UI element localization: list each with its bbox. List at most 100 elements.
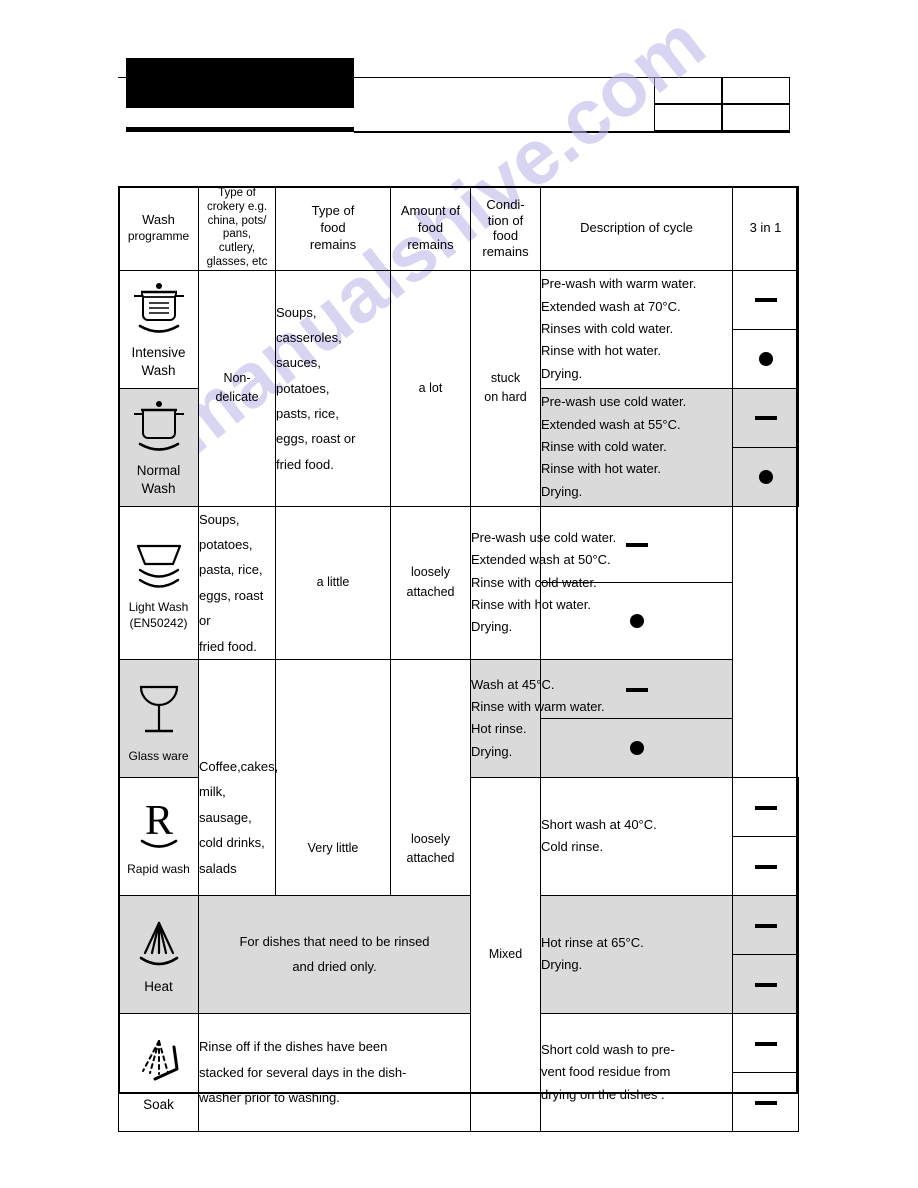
three-in-one-mark (732, 328, 799, 389)
table-row: Heat For dishes that need to be rinsed a… (118, 894, 799, 1014)
note-line: washer prior to washing. (199, 1090, 340, 1106)
description-line: Drying. (541, 483, 583, 499)
description-line: Drying. (471, 743, 513, 759)
dash-icon (754, 923, 777, 928)
three-in-one-mark (540, 717, 733, 778)
food-line: Coffee,cakes, (199, 759, 279, 775)
dash-icon (754, 805, 777, 810)
description-line: Rinse with hot water. (471, 596, 591, 612)
description-line: Extended wash at 50°C. (471, 552, 611, 568)
table-row: Light Wash (EN50242) Soups, potatoes, pa… (118, 505, 799, 660)
programme-label: (EN50242) (129, 616, 188, 631)
description-line: vent food residue from (541, 1064, 671, 1080)
description-intensive-wash: Pre-wash with warm water. Extended wash … (540, 269, 733, 389)
header-line: Amount of (400, 203, 461, 219)
header-bottom-rule (354, 131, 790, 133)
header-box-bottom-left (654, 104, 722, 131)
header-line: china, pots/ (207, 214, 267, 227)
description-line: Extended wash at 55°C. (541, 416, 681, 432)
crokery-cell-non-delicate: Non- delicate (198, 269, 276, 507)
header-line: Type of (218, 187, 256, 199)
header-line: remains (309, 236, 357, 252)
header-amount-of-food-remains: Amount of food remains (390, 186, 471, 271)
spray-dashed-icon (119, 1033, 198, 1095)
three-in-one-mark (732, 894, 799, 955)
condition-line: attached (406, 584, 455, 599)
dot-icon (758, 470, 773, 485)
three-in-one-mark (732, 269, 799, 330)
programme-label: Rapid wash (127, 861, 190, 876)
food-line: Soups, (199, 511, 240, 527)
dash-icon (754, 982, 777, 987)
description-glass-ware: Wash at 45°C. Rinse with warm water. Hot… (470, 658, 605, 778)
header-line: Description of cycle (580, 220, 693, 236)
table-row: Glass ware Coffee,cakes, milk, sausage, … (118, 658, 799, 896)
dot-icon (758, 352, 773, 367)
programme-cell-light-wash: Light Wash (EN50242) (118, 505, 199, 660)
header-line: Type of (311, 203, 355, 219)
description-line: Pre-wash use cold water. (541, 394, 687, 410)
note-heat: For dishes that need to be rinsed and dr… (198, 894, 471, 1014)
header-line: pans, (222, 228, 252, 241)
amount-light: a little (275, 505, 391, 660)
header-box-bottom-right (722, 104, 790, 131)
description-line: Rinse with cold water. (471, 574, 597, 590)
three-in-one-mark (732, 446, 799, 507)
programme-label: Soak (143, 1096, 174, 1112)
header-box-top-right (722, 77, 790, 104)
condition-line: attached (406, 851, 455, 866)
food-line: pasta, rice, (199, 562, 263, 578)
header-line: Condi- (486, 197, 525, 213)
programme-label: Glass ware (128, 748, 189, 763)
dash-icon (754, 864, 777, 869)
food-remains-heavy: Soups, casseroles, sauces, potatoes, pas… (275, 269, 391, 507)
condition-line: on hard (484, 390, 527, 405)
note-line: and dried only. (292, 959, 377, 975)
header-line: tion of (487, 212, 524, 228)
description-line: Pre-wash use cold water. (471, 529, 617, 545)
header-black-block (126, 58, 354, 108)
crokery-cell-mixed: Mixed (470, 776, 541, 1132)
dash-icon (754, 1100, 777, 1105)
header-description-of-cycle: Description of cycle (540, 186, 733, 271)
header-line: food (320, 220, 346, 236)
letter-r-icon: R (119, 798, 198, 860)
description-line: Drying. (541, 957, 583, 973)
note-soak: Rinse off if the dishes have been stacke… (198, 1012, 471, 1132)
header-condition-of-food-remains: Condi- tion of food remains (470, 186, 541, 271)
dot-icon (629, 614, 644, 629)
spray-solid-icon (119, 915, 198, 977)
food-line: pasts, rice, (276, 405, 339, 421)
food-line: casseroles, (276, 329, 342, 345)
description-light-wash: Pre-wash use cold water. Extended wash a… (470, 505, 617, 660)
description-line: Cold rinse. (541, 839, 604, 855)
programme-label: Wash (141, 362, 176, 378)
programme-cell-soak: Soak (118, 1012, 199, 1132)
food-line: potatoes, (199, 537, 253, 553)
bowl-with-waves-icon (119, 536, 198, 598)
three-in-one-mark (732, 1012, 799, 1073)
wash-programme-table: Wash programme Type of crokery e.g. chin… (118, 186, 799, 1132)
programme-cell-normal-wash: Normal Wash (118, 387, 199, 507)
amount-rapid: Very little (275, 658, 391, 896)
table-row: Soak Rinse off if the dishes have been s… (118, 1012, 799, 1132)
wine-glass-icon (119, 675, 198, 747)
description-line: Rinse with warm water. (471, 698, 605, 714)
header-line: food (417, 220, 444, 236)
header-box-top-left (654, 77, 722, 104)
header-line: Wash (142, 212, 175, 228)
header-line: 3 in 1 (749, 220, 782, 236)
dash-icon (754, 416, 777, 421)
programme-cell-intensive-wash: Intensive Wash (118, 269, 199, 389)
programme-cell-heat: Heat (118, 894, 199, 1014)
svg-text:R: R (144, 798, 172, 844)
food-line: eggs, roast or (199, 587, 264, 629)
description-normal-wash: Pre-wash use cold water. Extended wash a… (540, 387, 733, 507)
header-line: remains (482, 243, 529, 259)
description-soak: Short cold wash to pre- vent food residu… (540, 1012, 733, 1132)
header-line: programme (127, 229, 190, 244)
dash-icon (625, 687, 648, 692)
header-line: remains (407, 236, 454, 252)
pot-empty-icon (119, 399, 198, 461)
food-line: fried food. (199, 638, 257, 654)
